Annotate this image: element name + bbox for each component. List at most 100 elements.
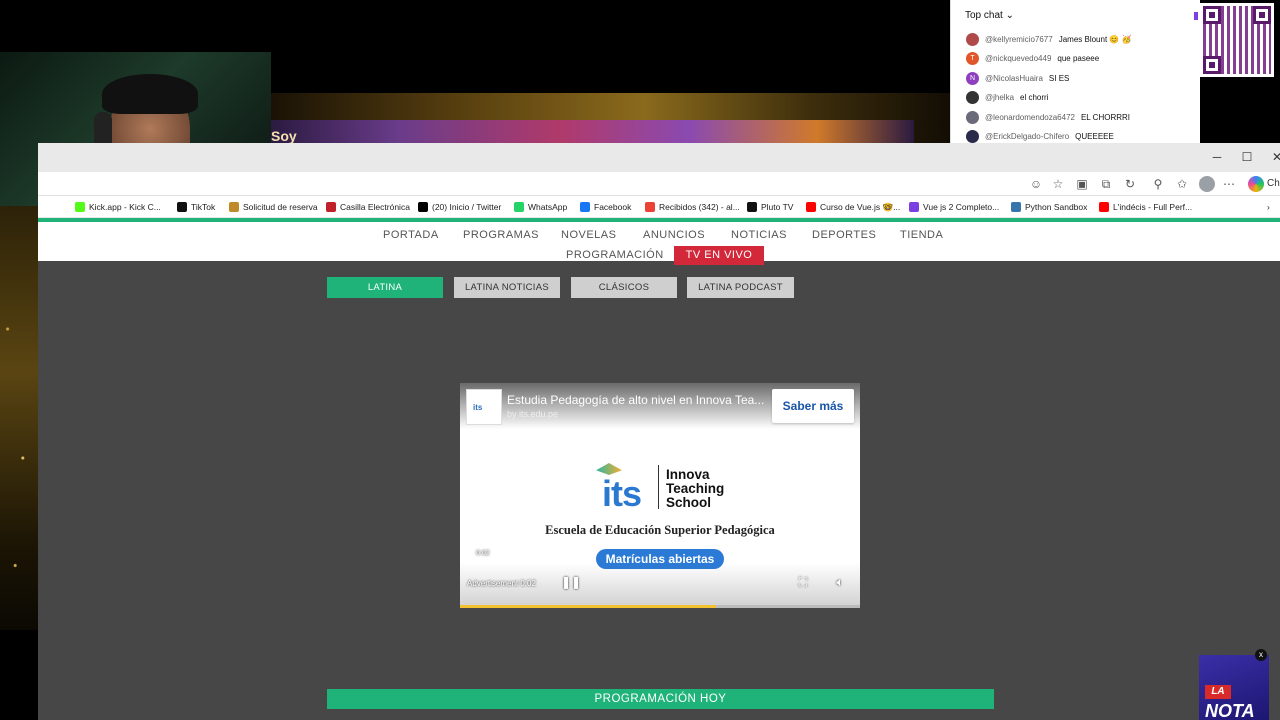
chat-username[interactable]: @jhelka	[985, 93, 1014, 102]
bookmark-item[interactable]: Curso de Vue.js 🤓...	[806, 200, 900, 214]
chat-message: @kellyremicio7677 James Blount 😊 🥳	[966, 32, 1132, 46]
bookmark-label: WhatsApp	[528, 202, 568, 212]
copilot-icon[interactable]	[1248, 176, 1264, 192]
extensions-icon[interactable]: ⚲	[1150, 176, 1166, 192]
channel-tab-latina-podcast[interactable]: LATINA PODCAST	[687, 277, 794, 298]
subnav-tv-en-vivo[interactable]: TV EN VIVO	[674, 246, 764, 265]
favorite-star-icon[interactable]: ☆	[1050, 176, 1066, 192]
screen: Soy ─ ☐ ✕ ☺ ☆ ▣ ⧉ ↻ ⚲ ✩ ⧠ ⋯ Cha Kick.app…	[0, 0, 1280, 720]
nav-deportes[interactable]: DEPORTES	[812, 229, 876, 241]
address-bar[interactable]: ☺ ☆ ▣ ⧉ ↻ ⚲ ✩ ⧠ ⋯ Cha	[38, 172, 1280, 196]
avatar[interactable]	[966, 130, 979, 143]
chat-filter-dropdown[interactable]: Top chat ⌄	[965, 10, 1014, 21]
channel-tab-clasicos[interactable]: CLÁSICOS	[571, 277, 677, 298]
chat-text: SI ES	[1048, 73, 1070, 83]
logo-divider	[658, 465, 659, 509]
site-header: PORTADA PROGRAMAS NOVELAS ANUNCIOS NOTIC…	[38, 218, 1280, 265]
nav-tienda[interactable]: TIENDA	[900, 229, 943, 241]
chat-username[interactable]: @nickquevedo449	[985, 54, 1051, 63]
streamer-hair	[102, 74, 198, 114]
its-logo-word: its	[602, 473, 642, 514]
bookmarks-bar: Kick.app - Kick C... TikTok Solicitud de r…	[38, 196, 1280, 218]
chevron-down-icon: ⌄	[1005, 10, 1014, 21]
avatar[interactable]: N	[966, 71, 979, 85]
bookmark-item[interactable]: Recibidos (342) - al...	[645, 200, 740, 214]
advertiser-logo[interactable]: its	[466, 389, 502, 425]
chat-message: @jhelka el chorri	[966, 91, 1048, 105]
chat-username[interactable]: @ErickDelgado-Chifero	[985, 132, 1069, 141]
channel-tab-latina-noticias[interactable]: LATINA NOTICIAS	[454, 277, 560, 298]
chat-text: que paseee	[1057, 54, 1100, 63]
avatar[interactable]: T	[966, 52, 979, 65]
chat-username[interactable]: @kellyremicio7677	[985, 35, 1053, 44]
video-ad-player[interactable]: its Innova Teaching School Escuela de Ed…	[460, 383, 860, 608]
bookmark-favicon-icon	[177, 202, 187, 212]
avatar[interactable]	[966, 91, 979, 104]
bookmark-item[interactable]: L'indécis - Full Perf...	[1099, 200, 1192, 214]
bookmark-label: L'indécis - Full Perf...	[1113, 202, 1193, 212]
ad-progress-fill	[460, 605, 716, 608]
bookmark-label: Curso de Vue.js 🤓...	[820, 201, 901, 212]
browser-window: ─ ☐ ✕ ☺ ☆ ▣ ⧉ ↻ ⚲ ✩ ⧠ ⋯ Cha Kick.app - K…	[38, 143, 1280, 720]
subnav-programacion[interactable]: PROGRAMACIÓN	[566, 246, 663, 265]
nav-programas[interactable]: PROGRAMAS	[463, 229, 539, 241]
close-icon[interactable]: x	[1255, 649, 1267, 661]
bookmark-item[interactable]: Vue js 2 Completo...	[909, 200, 999, 214]
chevron-right-icon[interactable]: ›	[1267, 200, 1270, 214]
profile-icon[interactable]	[1199, 176, 1215, 192]
extension-puzzle-icon[interactable]: ⧉	[1098, 176, 1114, 192]
programacion-hoy-bar[interactable]: PROGRAMACIÓN HOY	[327, 689, 994, 709]
bookmark-favicon-icon	[645, 202, 655, 212]
nav-noticias[interactable]: NOTICIAS	[731, 229, 787, 241]
bookmark-favicon-icon	[1011, 202, 1021, 212]
bookmark-item[interactable]: Python Sandbox	[1011, 200, 1087, 214]
chat-username[interactable]: @NicolasHuaira	[985, 74, 1043, 83]
title-bar: ─ ☐ ✕	[38, 143, 1280, 172]
bookmark-item[interactable]: Kick.app - Kick C...	[75, 200, 161, 214]
bookmark-label: Casilla Electrónica	[340, 202, 410, 212]
ad-title[interactable]: Estudia Pedagogía de alto nivel en Innov…	[507, 393, 769, 407]
bookmark-item[interactable]: WhatsApp	[514, 200, 567, 214]
chat-filter-label: Top chat	[965, 10, 1003, 21]
nav-novelas[interactable]: NOVELAS	[561, 229, 616, 241]
ad-header: its Estudia Pedagogía de alto nivel en I…	[460, 383, 860, 429]
bookmark-item[interactable]: Solicitud de reserva	[229, 200, 318, 214]
nav-portada[interactable]: PORTADA	[383, 229, 439, 241]
reader-icon[interactable]: ☺	[1028, 176, 1044, 192]
ad-advertiser: by its.edu.pe	[507, 409, 559, 419]
bookmark-label: (20) Inicio / Twitter	[432, 202, 502, 212]
logo-name-line-1: Innova	[666, 467, 710, 482]
bookmark-favicon-icon	[326, 202, 336, 212]
more-menu-icon[interactable]: ⋯	[1221, 176, 1237, 192]
pause-icon[interactable]: ❚❚	[561, 575, 581, 589]
fullscreen-icon[interactable]: ⛶	[796, 575, 810, 589]
ad-time-label: Advertisement 0:02	[467, 579, 536, 588]
favorites-icon[interactable]: ✩	[1174, 176, 1190, 192]
bookmark-favicon-icon	[514, 202, 524, 212]
avatar[interactable]	[966, 110, 979, 124]
chat-message: N @NicolasHuaira SI ES	[966, 71, 1069, 85]
extension-icon[interactable]: ▣	[1074, 176, 1090, 192]
maximize-button[interactable]: ☐	[1238, 148, 1256, 166]
avatar[interactable]	[966, 32, 979, 46]
advertiser-logo-text: its	[473, 403, 483, 412]
learn-more-button[interactable]: Saber más	[772, 389, 854, 423]
minimize-button[interactable]: ─	[1208, 148, 1226, 166]
bookmark-item[interactable]: Pluto TV	[747, 200, 793, 214]
ad-progress-bar[interactable]	[460, 605, 860, 608]
ad-subtitle: Escuela de Educación Superior Pedagógica	[545, 523, 775, 537]
chat-username[interactable]: @leonardomendoza6472	[985, 113, 1075, 122]
nav-anuncios[interactable]: ANUNCIOS	[643, 229, 705, 241]
volume-icon[interactable]: 🔈︎	[833, 575, 847, 589]
bookmark-favicon-icon	[909, 202, 919, 212]
bookmark-item[interactable]: (20) Inicio / Twitter	[418, 200, 501, 214]
close-button[interactable]: ✕	[1268, 148, 1280, 166]
bookmark-item[interactable]: Casilla Electrónica	[326, 200, 410, 214]
bookmark-item[interactable]: TikTok	[177, 200, 215, 214]
la-nota-badge[interactable]: LA NOTA	[1199, 655, 1269, 720]
bookmark-item[interactable]: Facebook	[580, 200, 631, 214]
its-logo-name: Innova Teaching School	[666, 468, 724, 510]
refresh-icon[interactable]: ↻	[1122, 176, 1138, 192]
channel-tab-latina[interactable]: LATINA	[327, 277, 443, 298]
copilot-label[interactable]: Cha	[1267, 178, 1280, 189]
